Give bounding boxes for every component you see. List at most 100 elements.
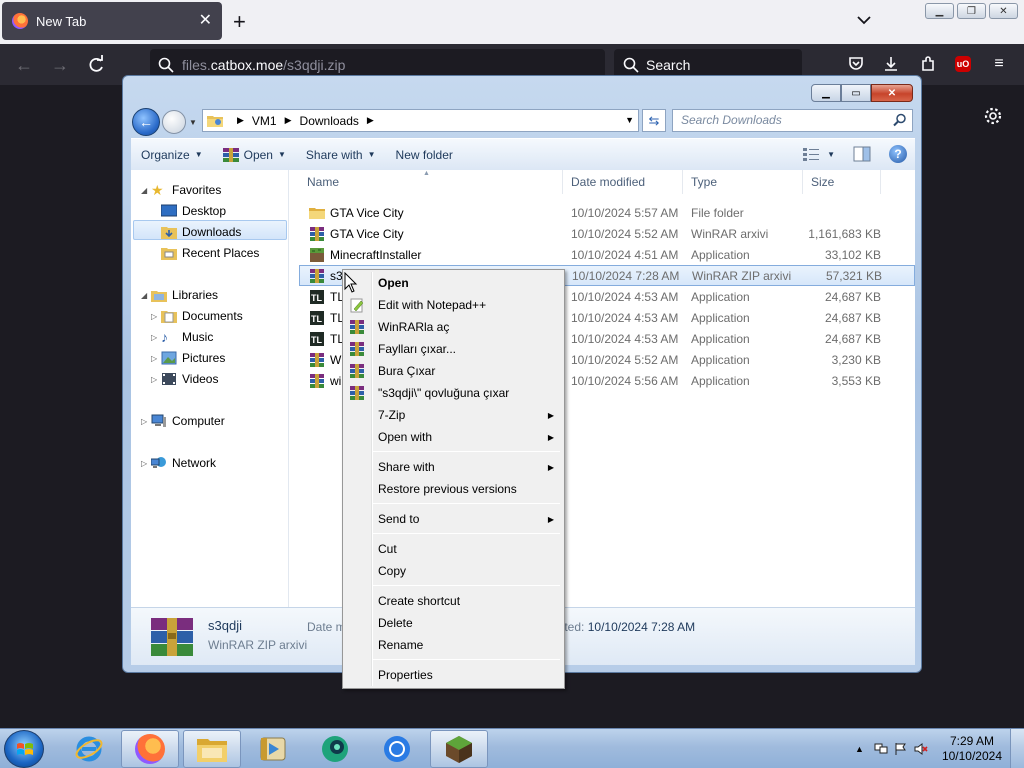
expand-icon[interactable]: ▷ bbox=[141, 459, 151, 468]
gear-icon[interactable] bbox=[983, 106, 1003, 126]
menu-extract-to-folder[interactable]: "s3qdji\" qovluğuna çıxar bbox=[345, 382, 562, 404]
nav-pictures[interactable]: ▷ Pictures bbox=[151, 348, 225, 368]
file-row[interactable]: GTA Vice City 10/10/2024 5:57 AM File fo… bbox=[299, 202, 915, 223]
breadcrumb-separator[interactable]: ▶ bbox=[285, 115, 292, 126]
nav-documents[interactable]: ▷ Documents bbox=[151, 306, 243, 326]
close-button[interactable]: ✕ bbox=[989, 3, 1018, 19]
explorer-search-input[interactable]: Search Downloads bbox=[672, 109, 913, 132]
back-arrow-icon[interactable]: ← bbox=[14, 55, 34, 75]
close-button[interactable]: ✕ bbox=[871, 84, 913, 102]
menu-label: Open bbox=[378, 276, 409, 290]
menu-separator bbox=[373, 533, 560, 534]
menu-edit-notepad[interactable]: Edit with Notepad++ bbox=[345, 294, 562, 316]
restore-button[interactable]: ❐ bbox=[957, 3, 986, 19]
expand-icon[interactable]: ▷ bbox=[151, 375, 161, 384]
recent-pages-dropdown[interactable]: ▼ bbox=[189, 118, 197, 127]
menu-extract-here[interactable]: Bura Çıxar bbox=[345, 360, 562, 382]
url-path: /s3qdji.zip bbox=[283, 57, 346, 73]
nav-favorites[interactable]: ◢ ★ Favorites bbox=[141, 180, 221, 200]
taskbar-internet-explorer[interactable] bbox=[60, 730, 118, 768]
menu-open-with[interactable]: Open with ▶ bbox=[345, 426, 562, 448]
breadcrumb-downloads[interactable]: Downloads bbox=[300, 114, 359, 128]
help-icon[interactable]: ? bbox=[889, 145, 907, 163]
pocket-icon[interactable] bbox=[847, 55, 865, 73]
new-tab-button[interactable]: + bbox=[233, 8, 246, 36]
breadcrumb-separator[interactable]: ▶ bbox=[367, 115, 374, 126]
column-date-modified[interactable]: Date modified bbox=[563, 170, 683, 194]
organize-button[interactable]: Organize ▼ bbox=[131, 139, 213, 170]
taskbar-firefox[interactable] bbox=[121, 730, 179, 768]
menu-cut[interactable]: Cut bbox=[345, 538, 562, 560]
reload-icon[interactable] bbox=[86, 55, 106, 75]
expand-icon[interactable]: ▷ bbox=[141, 417, 151, 426]
menu-create-shortcut[interactable]: Create shortcut bbox=[345, 590, 562, 612]
chevron-down-icon[interactable] bbox=[856, 12, 872, 28]
menu-label: WinRARla aç bbox=[378, 320, 450, 334]
show-hidden-icons[interactable]: ▲ bbox=[855, 744, 864, 754]
open-button[interactable]: Open ▼ bbox=[213, 139, 296, 170]
preview-pane-icon[interactable] bbox=[853, 146, 871, 162]
nav-videos[interactable]: ▷ Videos bbox=[151, 369, 218, 389]
start-button[interactable] bbox=[4, 730, 44, 768]
downloads-icon[interactable] bbox=[882, 55, 900, 73]
expand-icon[interactable]: ▷ bbox=[151, 354, 161, 363]
file-row[interactable]: MinecraftInstaller 10/10/2024 4:51 AM Ap… bbox=[299, 244, 915, 265]
menu-extract-files[interactable]: Faylları çıxar... bbox=[345, 338, 562, 360]
change-view-button[interactable]: ▼ bbox=[803, 147, 835, 161]
address-dropdown-icon[interactable]: ▼ bbox=[625, 115, 634, 125]
taskbar-explorer[interactable] bbox=[183, 730, 241, 768]
action-center-flag-icon[interactable] bbox=[894, 742, 908, 756]
extensions-icon[interactable] bbox=[919, 55, 937, 73]
ublock-icon[interactable]: uO bbox=[955, 56, 971, 72]
file-type: Application bbox=[691, 352, 750, 367]
taskbar-minecraft[interactable] bbox=[430, 730, 488, 768]
expand-icon[interactable]: ◢ bbox=[141, 186, 151, 195]
menu-7zip[interactable]: 7-Zip ▶ bbox=[345, 404, 562, 426]
address-bar[interactable]: ▶ VM1 ▶ Downloads ▶ ▼ bbox=[202, 109, 639, 132]
column-name[interactable]: Name ▲ bbox=[299, 170, 563, 194]
breadcrumb-separator[interactable]: ▶ bbox=[237, 115, 244, 126]
network-status-icon[interactable] bbox=[874, 742, 888, 756]
nav-music[interactable]: ▷ ♪ Music bbox=[151, 327, 213, 347]
menu-share-with[interactable]: Share with ▶ bbox=[345, 456, 562, 478]
nav-computer[interactable]: ▷ Computer bbox=[141, 411, 225, 431]
forward-arrow-icon[interactable]: → bbox=[50, 55, 70, 75]
browser-tab[interactable]: New Tab ✕ bbox=[2, 2, 222, 40]
show-desktop-button[interactable] bbox=[1010, 729, 1024, 768]
nav-network[interactable]: ▷ Network bbox=[141, 453, 216, 473]
nav-libraries[interactable]: ◢ Libraries bbox=[141, 285, 218, 305]
back-button[interactable]: ← bbox=[132, 108, 160, 136]
menu-icon[interactable]: ≡ bbox=[990, 55, 1008, 73]
menu-delete[interactable]: Delete bbox=[345, 612, 562, 634]
menu-properties[interactable]: Properties bbox=[345, 664, 562, 686]
column-size[interactable]: Size bbox=[803, 170, 881, 194]
volume-muted-icon[interactable] bbox=[914, 742, 928, 756]
expand-icon[interactable]: ▷ bbox=[151, 312, 161, 321]
breadcrumb-vm1[interactable]: VM1 bbox=[252, 114, 277, 128]
menu-restore-versions[interactable]: Restore previous versions bbox=[345, 478, 562, 500]
nav-desktop[interactable]: Desktop bbox=[161, 201, 226, 221]
taskbar-chrome[interactable] bbox=[368, 730, 426, 768]
menu-open[interactable]: Open bbox=[345, 272, 562, 294]
close-tab-icon[interactable]: ✕ bbox=[199, 13, 212, 29]
taskbar-media-player[interactable] bbox=[244, 730, 302, 768]
svg-text:TL: TL bbox=[311, 293, 322, 303]
file-row[interactable]: GTA Vice City 10/10/2024 5:52 AM WinRAR … bbox=[299, 223, 915, 244]
menu-winrar-open[interactable]: WinRARla aç bbox=[345, 316, 562, 338]
share-with-button[interactable]: Share with ▼ bbox=[296, 139, 386, 170]
expand-icon[interactable]: ◢ bbox=[141, 291, 151, 300]
clock[interactable]: 7:29 AM 10/10/2024 bbox=[942, 734, 1002, 764]
minimize-button[interactable]: ▁ bbox=[811, 84, 841, 102]
taskbar-app-green[interactable] bbox=[306, 730, 364, 768]
forward-button[interactable] bbox=[162, 110, 186, 134]
menu-copy[interactable]: Copy bbox=[345, 560, 562, 582]
column-type[interactable]: Type bbox=[683, 170, 803, 194]
maximize-button[interactable]: ▭ bbox=[841, 84, 871, 102]
menu-rename[interactable]: Rename bbox=[345, 634, 562, 656]
expand-icon[interactable]: ▷ bbox=[151, 333, 161, 342]
nav-downloads[interactable]: Downloads bbox=[161, 222, 241, 242]
refresh-button[interactable]: ⇆ bbox=[642, 109, 666, 132]
minimize-button[interactable]: ▁ bbox=[925, 3, 954, 19]
menu-send-to[interactable]: Send to ▶ bbox=[345, 508, 562, 530]
nav-recent-places[interactable]: Recent Places bbox=[161, 243, 259, 263]
